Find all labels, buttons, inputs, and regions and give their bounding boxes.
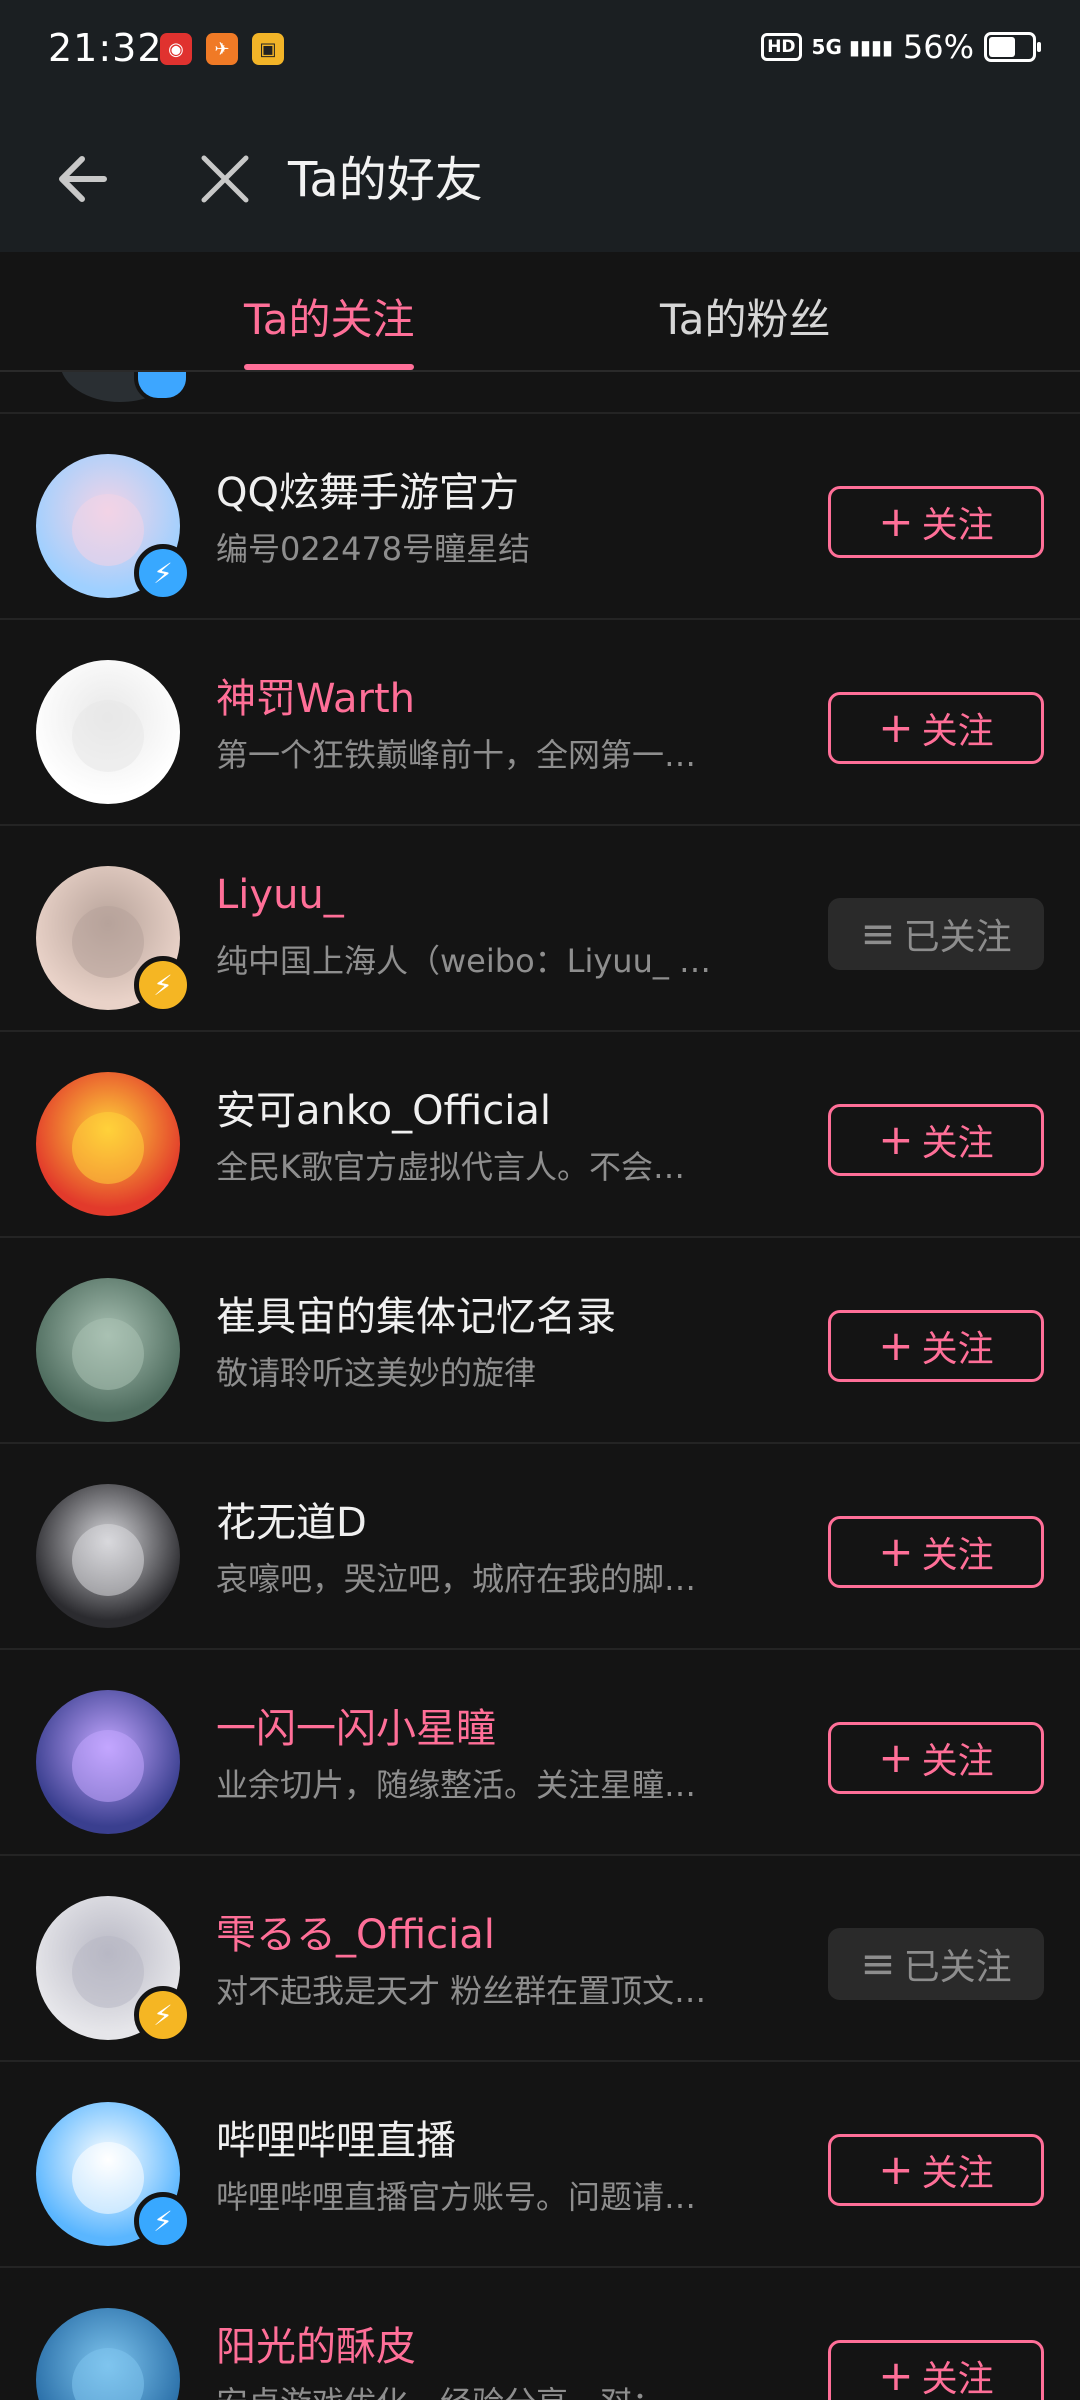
user-bio: 第一个狂铁巅峰前十，全网第一… [216, 736, 697, 774]
user-name[interactable]: 一闪一闪小星瞳 [216, 1696, 496, 1754]
list-item[interactable]: 崔具宙的集体记忆名录 敬请聆听这美妙的旋律 + 关注 [0, 1238, 1080, 1444]
followed-button[interactable]: ≡ 已关注 [828, 898, 1044, 970]
user-name[interactable]: 哔哩哔哩直播 [216, 2108, 456, 2166]
page-title: Ta的好友 [288, 152, 483, 208]
user-name[interactable]: 崔具宙的集体记忆名录 [216, 1284, 616, 1342]
follow-button-label: 关注 [921, 2153, 994, 2194]
verified-badge-icon: ⚡ [134, 956, 192, 1014]
followed-button-label: 已关注 [903, 1947, 1012, 1988]
followed-button-label: 已关注 [903, 917, 1012, 958]
follow-button-label: 关注 [921, 711, 994, 752]
user-bio: 全民K歌官方虚拟代言人。不会… [216, 1148, 685, 1186]
tab-following[interactable]: Ta的关注 [244, 286, 415, 370]
follow-button[interactable]: + 关注 [828, 1104, 1044, 1176]
user-bio: 哀嚎吧，哭泣吧，城府在我的脚… [216, 1560, 697, 1598]
status-bar: 21:32 ◉ ✈ ▣ HD 5G ▮▮▮▮ 56% [0, 0, 1080, 104]
verified-badge-icon: ⚡ [134, 1986, 192, 2044]
follow-button[interactable]: + 关注 [828, 2340, 1044, 2400]
avatar[interactable] [36, 1278, 180, 1422]
plus-icon: + [878, 1733, 914, 1782]
follow-button[interactable]: + 关注 [828, 486, 1044, 558]
user-name[interactable]: 神罚Warth [216, 666, 415, 724]
user-name[interactable]: 花无道D [216, 1490, 367, 1548]
tab-bar: Ta的关注 Ta的粉丝 [0, 252, 1080, 372]
user-bio: 哔哩哔哩直播官方账号。问题请… [216, 2178, 697, 2216]
list-item[interactable]: ⚡ 哔哩哔哩直播 哔哩哔哩直播官方账号。问题请… + 关注 [0, 2062, 1080, 2268]
signal-icon: 5G ▮▮▮▮ [811, 35, 893, 59]
tab-active-indicator [244, 364, 415, 370]
follow-button-label: 关注 [921, 1123, 994, 1164]
follow-button[interactable]: + 关注 [828, 1516, 1044, 1588]
battery-icon [984, 32, 1041, 62]
menu-lines-icon: ≡ [860, 909, 896, 958]
follow-button[interactable]: + 关注 [828, 1310, 1044, 1382]
plus-icon: + [878, 1527, 914, 1576]
list-item[interactable]: ⚡ 雫るる_Official 对不起我是天才 粉丝群在置顶文… ≡ 已关注 [0, 1856, 1080, 2062]
status-time: 21:32 [48, 26, 163, 70]
list-item-partial [0, 372, 1080, 414]
verified-badge-icon: ⚡ [134, 2192, 192, 2250]
avatar[interactable] [36, 1484, 180, 1628]
follow-button-label: 关注 [921, 1741, 994, 1782]
user-bio: 安卓游戏优化，经验分享。怼：… [216, 2378, 766, 2400]
user-name[interactable]: 雫るる_Official [216, 1902, 495, 1960]
tab-fans[interactable]: Ta的粉丝 [660, 286, 830, 347]
follow-button-label: 关注 [921, 1329, 994, 1370]
user-name[interactable]: QQ炫舞手游官方 [216, 460, 519, 518]
user-bio: 编号022478号瞳星结 [216, 530, 531, 568]
user-name[interactable]: 阳光的酥皮 [216, 2314, 416, 2372]
netease-music-icon: ◉ [160, 33, 192, 65]
avatar[interactable] [36, 1690, 180, 1834]
user-bio: 敬请聆听这美妙的旋律 [216, 1354, 537, 1392]
user-bio: 对不起我是天才 粉丝群在置顶文… [216, 1972, 707, 2010]
plus-icon: + [878, 703, 914, 752]
plus-icon: + [878, 497, 914, 546]
network-label: 5G [811, 35, 842, 59]
plus-icon: + [878, 1321, 914, 1370]
user-list[interactable]: ⚡ QQ炫舞手游官方 编号022478号瞳星结 + 关注 神罚Warth 第一个狂… [0, 372, 1080, 2400]
list-item[interactable]: ⚡ QQ炫舞手游官方 编号022478号瞳星结 + 关注 [0, 414, 1080, 620]
follow-button-label: 关注 [921, 505, 994, 546]
list-item[interactable]: 花无道D 哀嚎吧，哭泣吧，城府在我的脚… + 关注 [0, 1444, 1080, 1650]
bird-app-icon: ✈ [206, 33, 238, 65]
plus-icon: + [878, 2351, 914, 2400]
list-item[interactable]: ⚡ Liyuu_ 纯中国上海人（weibo：Liyuu_ … ≡ 已关注 [0, 826, 1080, 1032]
follow-button[interactable]: + 关注 [828, 2134, 1044, 2206]
avatar[interactable] [36, 1072, 180, 1216]
follow-button[interactable]: + 关注 [828, 1722, 1044, 1794]
user-name[interactable]: 安可anko_Official [216, 1078, 551, 1136]
list-item[interactable]: 神罚Warth 第一个狂铁巅峰前十，全网第一… + 关注 [0, 620, 1080, 826]
follow-button[interactable]: + 关注 [828, 692, 1044, 764]
list-item[interactable]: 一闪一闪小星瞳 业余切片，随缘整活。关注星瞳… + 关注 [0, 1650, 1080, 1856]
user-bio: 业余切片，随缘整活。关注星瞳… [216, 1766, 697, 1804]
avatar[interactable] [36, 660, 180, 804]
tab-following-label: Ta的关注 [244, 295, 415, 344]
verified-badge-icon: ⚡ [134, 544, 192, 602]
tab-fans-label: Ta的粉丝 [660, 295, 831, 344]
close-icon[interactable] [190, 144, 260, 214]
user-bio: 纯中国上海人（weibo：Liyuu_ … [216, 942, 712, 980]
battery-percent: 56% [902, 28, 974, 66]
follow-button-label: 关注 [921, 1535, 994, 1576]
hd-icon: HD [761, 33, 802, 61]
notification-icons: ◉ ✈ ▣ [160, 33, 284, 65]
top-bar: Ta的好友 [0, 104, 1080, 252]
plus-icon: + [878, 2145, 914, 2194]
back-arrow-icon[interactable] [52, 144, 122, 214]
follow-button-label: 关注 [921, 2359, 994, 2400]
followed-button[interactable]: ≡ 已关注 [828, 1928, 1044, 2000]
bilibili-tv-icon: ▣ [252, 33, 284, 65]
list-item[interactable]: 安可anko_Official 全民K歌官方虚拟代言人。不会… + 关注 [0, 1032, 1080, 1238]
list-item[interactable]: 阳光的酥皮 安卓游戏优化，经验分享。怼：… +关注 [0, 2268, 1080, 2400]
plus-icon: + [878, 1115, 914, 1164]
user-name[interactable]: Liyuu_ [216, 872, 344, 918]
menu-lines-icon: ≡ [860, 1939, 896, 1988]
avatar[interactable] [36, 2308, 180, 2400]
